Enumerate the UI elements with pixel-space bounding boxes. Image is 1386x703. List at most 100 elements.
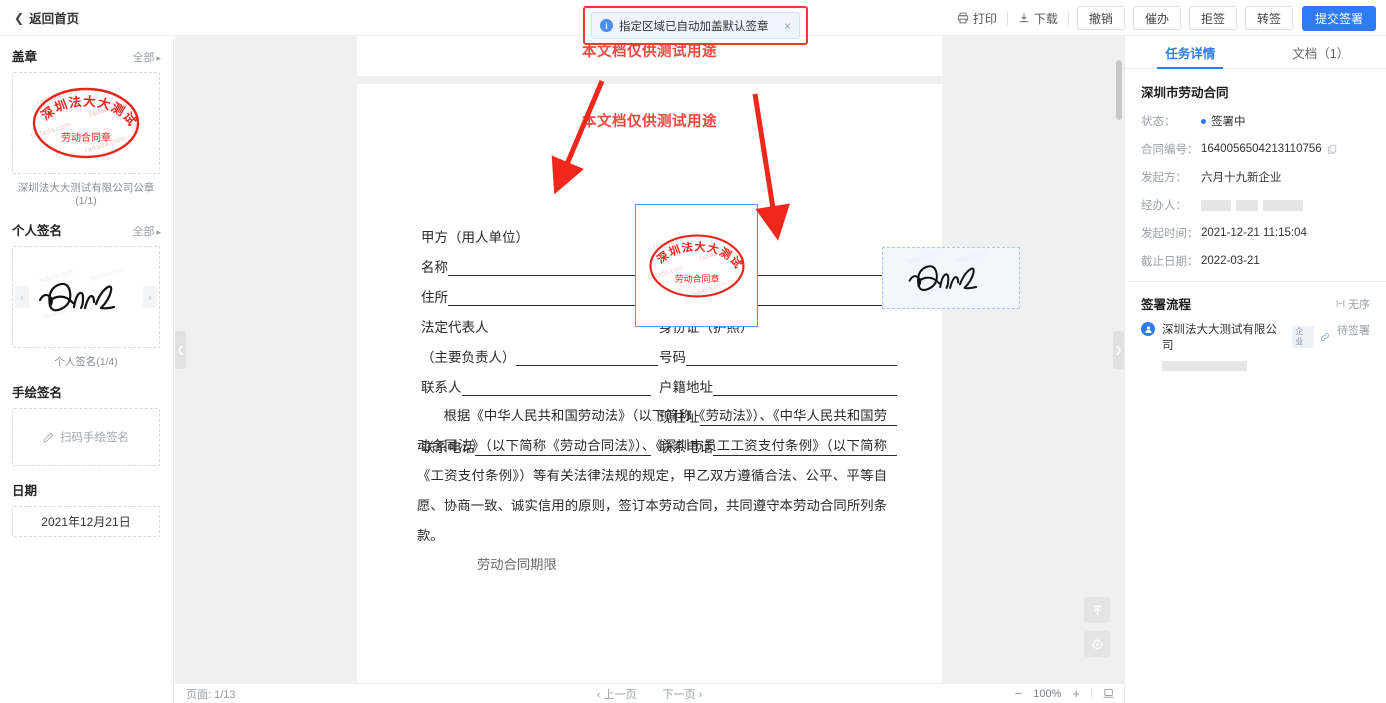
test-watermark-text-2: 本文档仅供测试用途 [582,114,717,130]
participant-info: 深圳法大大测试有限公司 企业 [1162,321,1330,376]
floating-action-buttons [1084,597,1110,665]
handwritten-signature-image: fadada.com fadada.com fadada.com [39,267,125,321]
page-nav-group: ‹ 上一页 下一页 › [597,686,702,702]
locate-signature-button[interactable] [1084,631,1110,657]
collapse-left-panel-handle[interactable]: ❮ [175,331,186,369]
participant-name: 深圳法大大测试有限公司 [1162,324,1277,352]
top-actions-group: 打印 下载 撤销 催办 拒签 转签 提交签署 [947,0,1376,36]
reject-sign-button[interactable]: 拒签 [1188,6,1237,30]
seal-section-title: 盖章 [12,50,38,64]
svg-text:fadada.com: fadada.com [39,268,75,285]
contract-number-value: 1640056504213110756 [1201,143,1322,155]
signing-order-mode: 无序 [1336,296,1370,312]
detail-key: 状态： [1141,116,1176,128]
signature-prev-arrow[interactable]: ‹ [15,286,29,308]
back-to-home-button[interactable]: ❮ 返回首页 [14,8,79,27]
collapse-right-panel-handle[interactable]: ❯ [1113,331,1124,369]
detail-row-handler: 经办人： [1141,197,1370,213]
transfer-sign-button[interactable]: 转签 [1244,6,1293,30]
detail-row-status: 状态： 签署中 [1141,113,1370,129]
personal-signature-caption: 个人签名(1/4) [54,356,118,368]
target-icon [1091,638,1103,650]
seal-section-header: 盖章 全部 ▸ [12,46,161,65]
avatar [1141,322,1155,336]
copy-icon[interactable] [1327,144,1337,154]
personal-signature-section-header: 个人签名 全部 ▸ [12,220,161,239]
svg-text:劳动合同章: 劳动合同章 [674,273,719,285]
contract-next-heading: 劳动合同期限 [477,558,557,573]
seal-thumbnail[interactable]: fadada.com fadada.com fadada.com fadada.… [12,72,160,174]
form-row: 联系人 [421,366,651,396]
signing-order-label: 无序 [1348,298,1370,311]
print-button[interactable]: 打印 [947,7,1007,29]
personal-signature-view-all-label: 全部 [132,226,155,238]
status-dot-icon [1201,118,1206,124]
info-icon: i [600,19,613,32]
person-icon [1144,325,1152,333]
detail-row-initiator: 发起方： 六月十九新企业 [1141,169,1370,185]
print-label: 打印 [972,11,997,26]
tab-documents[interactable]: 文档（1） [1256,36,1386,68]
link-icon[interactable] [1320,332,1330,342]
detail-row-contract-number: 合同编号： 1640056504213110756 [1141,141,1370,157]
toast-message: 指定区域已自动加盖默认签章 [619,20,769,33]
panel-tabs: 任务详情 文档（1） [1125,36,1386,69]
placed-personal-signature[interactable]: fadada.com fadada.com fadada.com [882,247,1020,309]
signing-flow-title: 签署流程 [1141,298,1192,312]
personal-signature-view-all-link[interactable]: 全部 ▸ [132,223,161,239]
prev-page-button[interactable]: ‹ 上一页 [597,686,637,702]
signature-next-arrow[interactable]: › [143,286,157,308]
participant-name-row: 深圳法大大测试有限公司 企业 [1162,321,1330,353]
detail-row-initiate-time: 发起时间： 2021-12-21 11:15:04 [1141,225,1370,241]
form-row: 户籍地址 [659,366,897,396]
zoom-controls: − 100% + [1015,686,1114,701]
placed-company-seal[interactable]: fadada.com fadada.com fadada.com fadada.… [635,204,758,327]
contract-body-paragraph: 根据《中华人民共和国劳动法》（以下简称《劳动法》）、《中华人民共和国劳动合同法》… [417,409,887,544]
download-button[interactable]: 下载 [1008,7,1068,29]
form-label: （主要负责人） [421,350,516,366]
scan-to-draw-label: 扫码手绘签名 [60,432,129,444]
task-detail-body: 深圳市劳动合同 状态： 签署中 合同编号： 164005650421311075… [1125,69,1386,269]
date-stamp-item[interactable]: 2021年12月21日 [12,506,160,537]
signing-flow-header: 签署流程 无序 [1125,282,1386,321]
form-label: 联系人 [421,380,462,396]
redacted-block [1236,199,1258,211]
form-row: （主要负责人） [421,336,658,366]
revoke-button[interactable]: 撤销 [1076,6,1125,30]
scroll-to-top-button[interactable] [1084,597,1110,623]
arrow-up-icon [1093,605,1101,615]
form-row: 号码 [659,336,897,366]
unordered-icon [1336,300,1345,307]
chevron-right-icon: ▸ [156,53,161,63]
detail-key: 发起时间： [1141,228,1199,240]
page-indicator: 页面: 1/13 [186,688,236,701]
form-label: 名称 [421,260,448,276]
detail-key: 合同编号： [1141,144,1199,156]
divider [1067,11,1069,25]
tab-task-detail[interactable]: 任务详情 [1125,36,1256,68]
signing-app: ❮ 返回首页 打印 下载 撤销 催办 拒签 转签 提交签署 i 指定区域已自动加… [0,0,1386,703]
handwritten-section-title: 手绘签名 [12,386,63,400]
status-badge: 签署中 [1211,116,1246,128]
pencil-icon [43,432,54,443]
svg-text:fadada.com: fadada.com [955,251,987,265]
seal-view-all-link[interactable]: 全部 ▸ [132,49,161,65]
personal-signature-thumbnail[interactable]: ‹ fadada.com fadada.com fadada.com › [12,246,160,348]
zoom-out-button[interactable]: − [1015,686,1023,701]
fit-page-button[interactable] [1103,688,1114,699]
personal-signature-title: 个人签名 [12,224,63,238]
urge-button[interactable]: 催办 [1132,6,1181,30]
scan-to-draw-signature-button[interactable]: 扫码手绘签名 [12,408,160,466]
zoom-in-button[interactable]: + [1072,686,1080,701]
zoom-level-label: 100% [1033,687,1062,700]
submit-signature-button[interactable]: 提交签署 [1301,5,1376,31]
document-scrollbar[interactable] [1116,60,1122,120]
next-page-button[interactable]: 下一页 › [663,686,703,702]
close-icon[interactable]: × [784,19,791,33]
detail-key: 截止日期： [1141,256,1199,268]
signing-participant-row: 深圳法大大测试有限公司 企业 待签署 [1125,321,1386,376]
contract-title: 深圳市劳动合同 [1141,86,1229,100]
form-label: 户籍地址 [659,380,713,396]
svg-text:fadada.com: fadada.com [907,251,939,266]
company-seal-image: fadada.com fadada.com fadada.com fadada.… [638,221,745,298]
